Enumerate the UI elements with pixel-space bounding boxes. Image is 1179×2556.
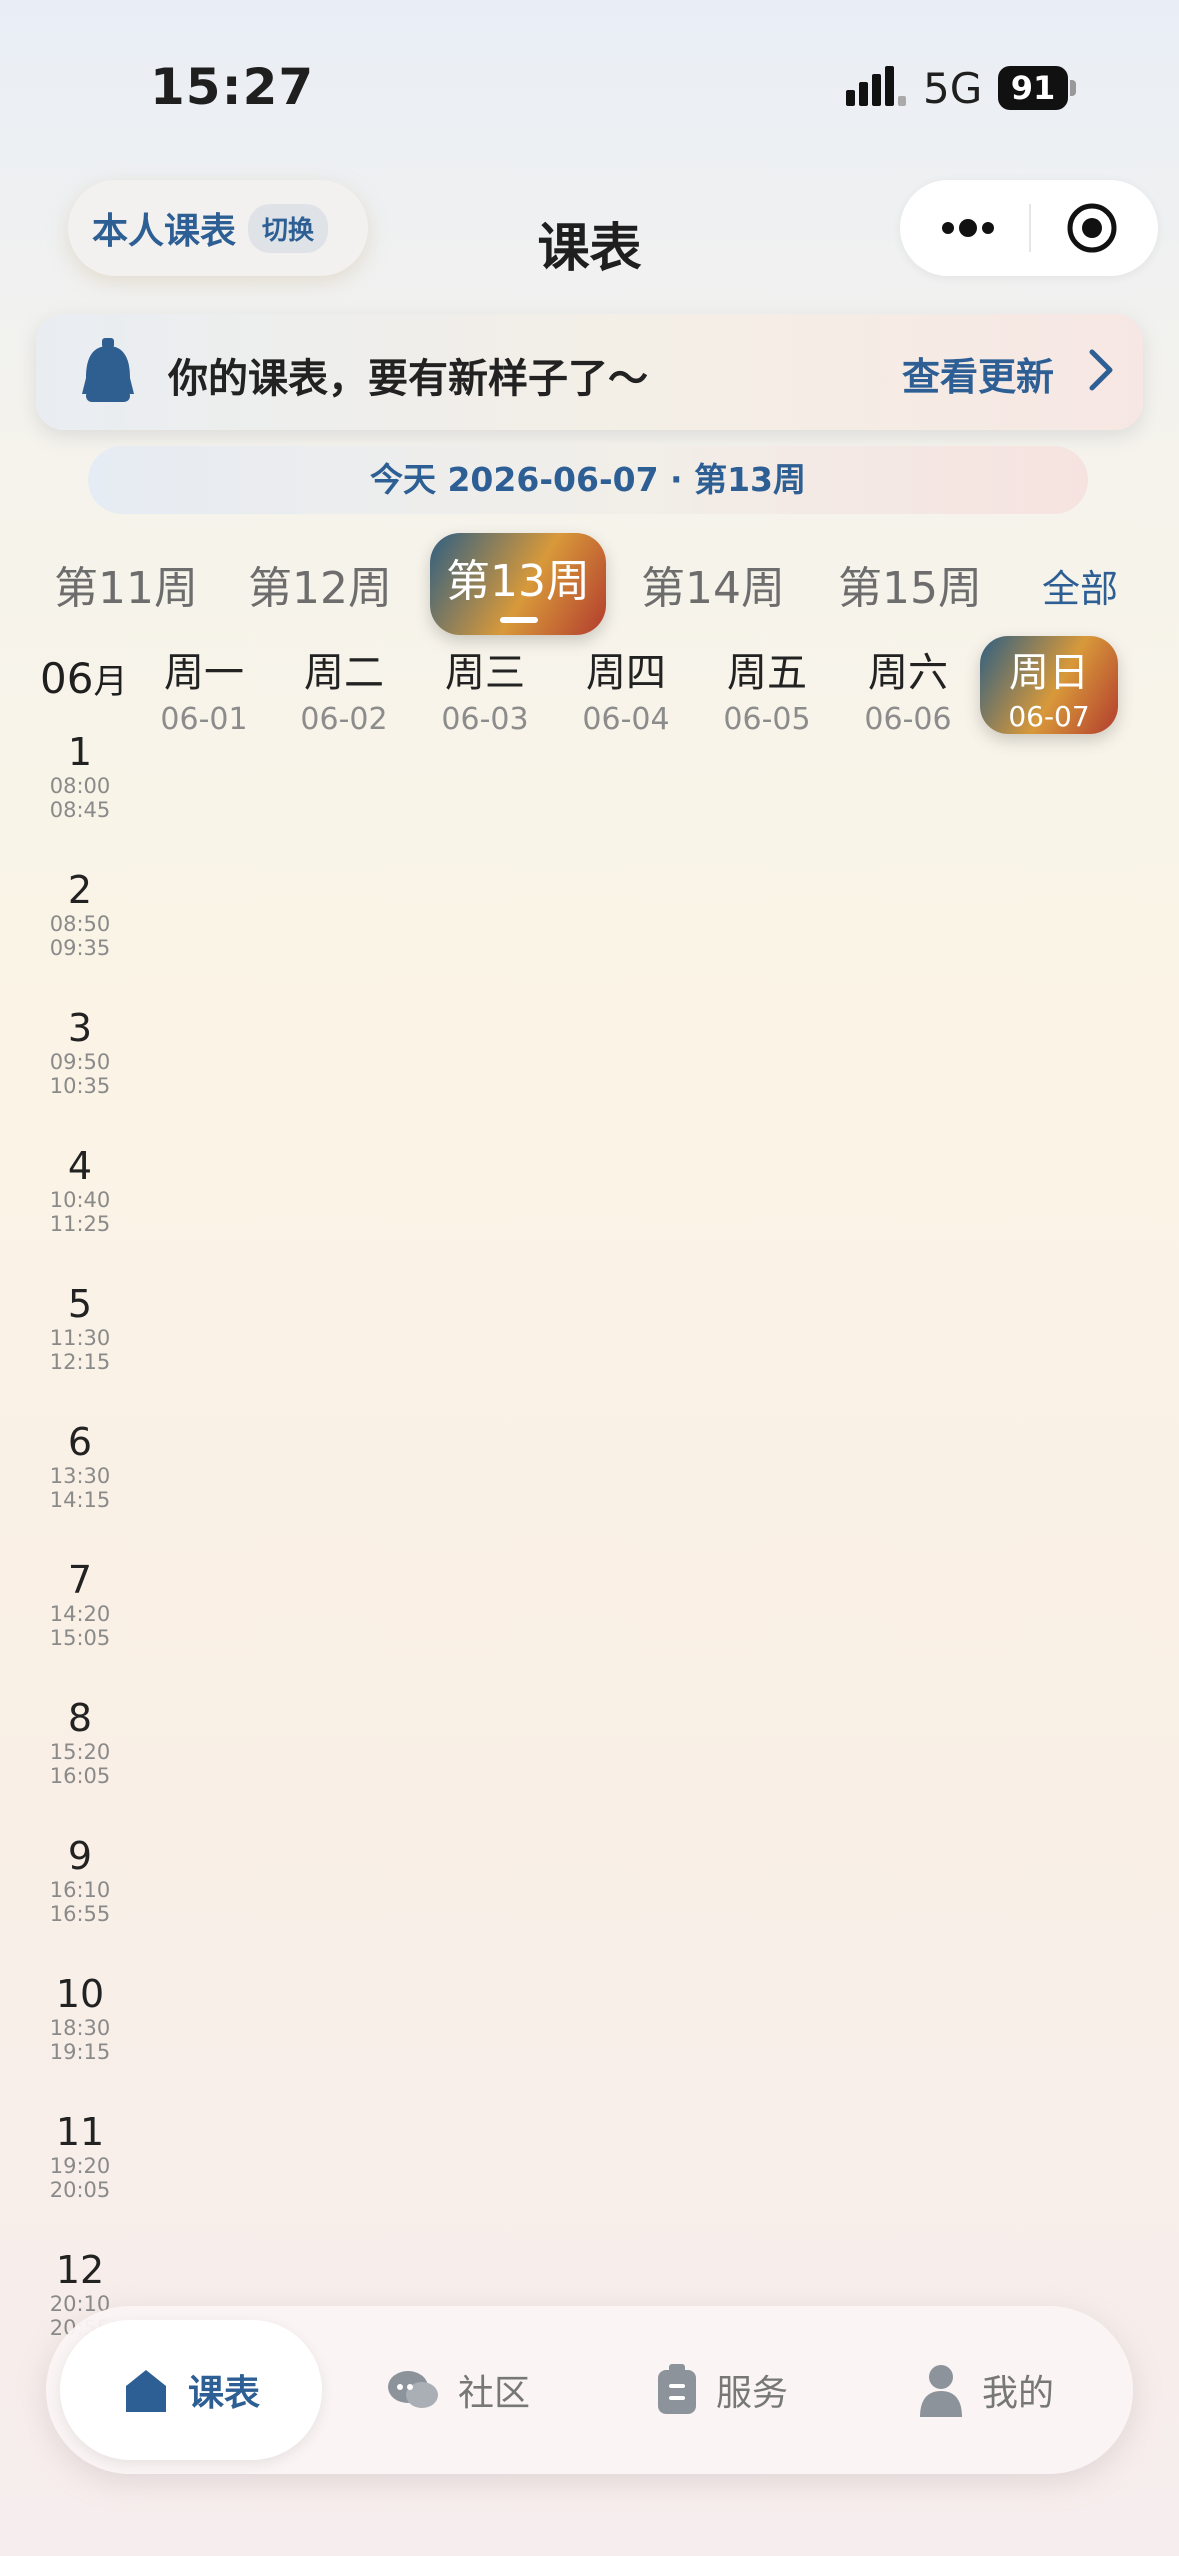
- tab-community[interactable]: 社区: [386, 2306, 530, 2474]
- battery-level: 91: [998, 66, 1068, 110]
- today-indicator: 今天 2026-06-07 · 第13周: [88, 446, 1088, 514]
- signal-icon: [846, 66, 906, 106]
- close-miniprogram-icon[interactable]: [1066, 202, 1118, 254]
- period-row: 10 18:30 19:15: [49, 1972, 111, 2064]
- banner-text: 你的课表，要有新样子了～: [168, 356, 648, 402]
- view-update-link[interactable]: 查看更新: [902, 346, 1054, 401]
- home-icon: [125, 2370, 166, 2412]
- period-row: 1 08:00 08:45: [49, 730, 111, 822]
- battery-icon: 91: [998, 66, 1078, 110]
- update-banner[interactable]: 你的课表，要有新样子了～ 查看更新: [36, 314, 1143, 430]
- period-row: 5 11:30 12:15: [49, 1282, 111, 1374]
- chevron-right-icon: [1089, 349, 1113, 391]
- period-row: 6 13:30 14:15: [49, 1420, 111, 1512]
- period-row: 2 08:50 09:35: [49, 868, 111, 960]
- week-tab[interactable]: 第11周: [54, 552, 198, 616]
- month-label: 06月: [40, 654, 128, 703]
- day-header[interactable]: 周五 06-05: [702, 640, 832, 737]
- person-icon: [920, 2365, 962, 2417]
- week-tab-label: 第13周: [446, 556, 590, 607]
- tab-services[interactable]: 服务: [656, 2306, 788, 2474]
- period-row: 7 14:20 15:05: [49, 1558, 111, 1650]
- bottom-tab-bar: 课表 社区 服务 我的: [46, 2306, 1133, 2474]
- bell-icon: [82, 338, 134, 402]
- day-header[interactable]: 周一 06-01: [139, 640, 269, 737]
- period-row: 8 15:20 16:05: [49, 1696, 111, 1788]
- status-time: 15:27: [150, 58, 315, 116]
- week-tab-active[interactable]: 第13周: [430, 533, 606, 635]
- week-tab[interactable]: 第15周: [838, 552, 982, 616]
- week-tab[interactable]: 第12周: [248, 552, 392, 616]
- day-header-today[interactable]: 周日 06-07: [980, 636, 1118, 734]
- tab-me[interactable]: 我的: [918, 2306, 1054, 2474]
- tab-schedule[interactable]: 课表: [60, 2320, 322, 2460]
- more-icon[interactable]: [938, 210, 998, 246]
- day-header[interactable]: 周三 06-03: [420, 640, 550, 737]
- week-tab[interactable]: 第14周: [641, 552, 785, 616]
- period-row: 11 19:20 20:05: [49, 2110, 111, 2202]
- clipboard-icon: [658, 2364, 696, 2414]
- period-row: 4 10:40 11:25: [49, 1144, 111, 1236]
- day-header[interactable]: 周二 06-02: [279, 640, 409, 737]
- chat-icon: [388, 2371, 438, 2408]
- period-row: 3 09:50 10:35: [49, 1006, 111, 1098]
- network-label: 5G: [923, 64, 983, 113]
- period-row: 9 16:10 16:55: [49, 1834, 111, 1926]
- all-weeks-link[interactable]: 全部: [1042, 558, 1118, 613]
- day-header[interactable]: 周四 06-04: [561, 640, 691, 737]
- miniprogram-capsule: [900, 180, 1158, 276]
- day-header[interactable]: 周六 06-06: [843, 640, 973, 737]
